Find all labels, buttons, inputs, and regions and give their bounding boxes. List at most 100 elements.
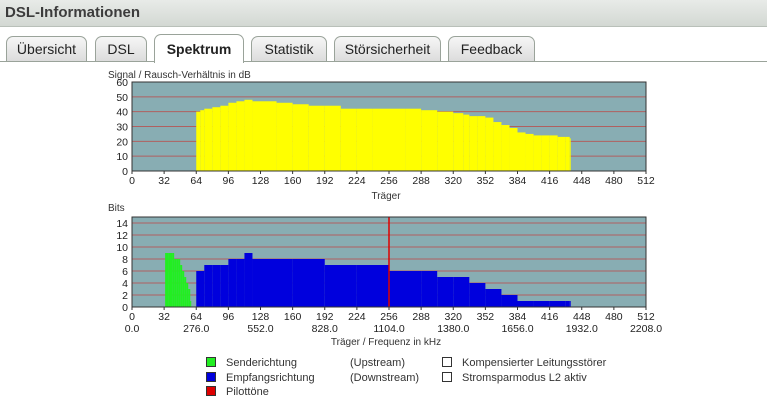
legend-note-downstream: (Downstream) (350, 372, 420, 384)
legend-swatch-upstream (206, 357, 216, 368)
snr-bar (493, 122, 502, 171)
x-tick-label: 224 (348, 175, 366, 187)
y-tick-label: 0 (122, 302, 128, 314)
upstream-bar (184, 277, 187, 307)
tab-stoersicherheit[interactable]: Störsicherheit (334, 36, 441, 61)
snr-bar (372, 108, 389, 171)
legend-label-compensated: Kompensierter Leitungsstörer (462, 357, 607, 369)
snr-bar (463, 114, 470, 171)
snr-bar (565, 136, 570, 171)
x-tick-label: 128 (252, 311, 270, 323)
legend: Senderichtung (Upstream) Kompensierter L… (206, 356, 626, 400)
snr-bar (324, 105, 341, 171)
freq-tick-label: 552.0 (247, 323, 273, 335)
x-tick-label: 256 (380, 175, 398, 187)
freq-tick-label: 1932.0 (566, 323, 598, 335)
snr-bar (292, 104, 309, 171)
upstream-bar (190, 301, 192, 307)
x-tick-label: 352 (477, 311, 495, 323)
y-tick-label: 8 (122, 254, 128, 266)
x-tick-label: 128 (252, 175, 270, 187)
freq-tick-label: 1656.0 (501, 323, 533, 335)
downstream-bar (356, 265, 389, 307)
tab-feedback[interactable]: Feedback (448, 36, 535, 61)
freq-tick-label: 2208.0 (630, 323, 662, 335)
upstream-bar (165, 253, 169, 307)
x-tick-label: 416 (541, 175, 559, 187)
upstream-bar (178, 259, 181, 307)
x-tick-label: 160 (284, 175, 302, 187)
snr-bar (549, 135, 558, 171)
upstream-bar (182, 271, 185, 307)
x-tick-label: 512 (637, 311, 655, 323)
snr-bar (276, 102, 293, 171)
x-tick-label: 352 (477, 175, 495, 187)
tab-dsl[interactable]: DSL (95, 36, 147, 61)
tab-statistik[interactable]: Statistik (251, 36, 327, 61)
downstream-bar (469, 283, 486, 307)
upstream-bar (188, 289, 191, 307)
snr-bar (533, 135, 542, 171)
x-tick-label: 320 (444, 175, 462, 187)
legend-swatch-compensated (442, 357, 452, 368)
snr-bar (469, 116, 478, 171)
snr-bar (340, 108, 357, 171)
x-tick-label: 0 (129, 175, 135, 187)
downstream-bar (389, 271, 422, 307)
snr-bar (517, 132, 526, 171)
downstream-bar (204, 265, 213, 307)
y-tick-label: 0 (122, 166, 128, 178)
y-tick-label: 20 (116, 136, 128, 148)
y-tick-label: 30 (116, 122, 128, 134)
snr-bar (308, 105, 325, 171)
x-tick-label: 0 (129, 311, 135, 323)
x-tick-label: 384 (509, 311, 527, 323)
y-tick-label: 4 (122, 278, 128, 290)
downstream-bar (569, 301, 571, 307)
x-tick-label: 512 (637, 175, 655, 187)
x-tick-label: 96 (223, 175, 235, 187)
tab-uebersicht[interactable]: Übersicht (6, 36, 87, 61)
freq-tick-label: 1104.0 (373, 323, 404, 335)
x-tick-label: 480 (605, 175, 623, 187)
freq-tick-label: 0.0 (125, 323, 140, 335)
upstream-bar (176, 259, 179, 307)
legend-label-power-saving: Stromsparmodus L2 aktiv (462, 372, 587, 384)
legend-swatch-power-saving (442, 372, 452, 383)
freq-tick-label: 276.0 (183, 323, 209, 335)
snr-bar (220, 105, 229, 171)
downstream-bar (565, 301, 570, 307)
snr-bar (541, 135, 550, 171)
x-tick-label: 256 (380, 311, 398, 323)
downstream-bar (244, 253, 253, 307)
x-tick-label: 192 (316, 311, 334, 323)
x-tick-label: 320 (444, 311, 462, 323)
x-tick-label: 96 (223, 311, 235, 323)
x-tick-label: 64 (190, 311, 202, 323)
legend-swatch-downstream (206, 372, 216, 383)
y-tick-label: 14 (116, 218, 128, 230)
legend-label-upstream: Senderichtung (226, 357, 297, 369)
x-tick-label: 224 (348, 311, 366, 323)
snr-bar (437, 111, 454, 171)
bits-chart-title: Bits (108, 203, 125, 214)
spectrum-charts: Signal / Rausch-Verhältnis in dB 0102030… (108, 70, 662, 348)
snr-bar (569, 138, 571, 171)
downstream-bar (228, 259, 237, 307)
upstream-bar (186, 283, 189, 307)
bits-x-axis-label: Träger / Frequenz in kHz (331, 337, 441, 348)
y-tick-label: 12 (116, 230, 128, 242)
downstream-bar (437, 277, 454, 307)
upstream-bar (168, 253, 173, 307)
x-tick-label: 384 (509, 175, 527, 187)
tab-spektrum[interactable]: Spektrum (154, 34, 244, 63)
snr-x-axis-label: Träger (371, 191, 401, 202)
snr-bar (228, 102, 237, 171)
y-tick-label: 10 (116, 151, 128, 163)
legend-item-pilot: Pilottöne (206, 385, 269, 399)
x-tick-label: 480 (605, 311, 623, 323)
bits-chart: 02468101214 0 32 64 96 128 160 192 224 256 288 320 3… (116, 216, 662, 335)
x-tick-label: 448 (573, 175, 591, 187)
x-tick-label: 32 (158, 311, 170, 323)
x-tick-label: 288 (412, 311, 430, 323)
